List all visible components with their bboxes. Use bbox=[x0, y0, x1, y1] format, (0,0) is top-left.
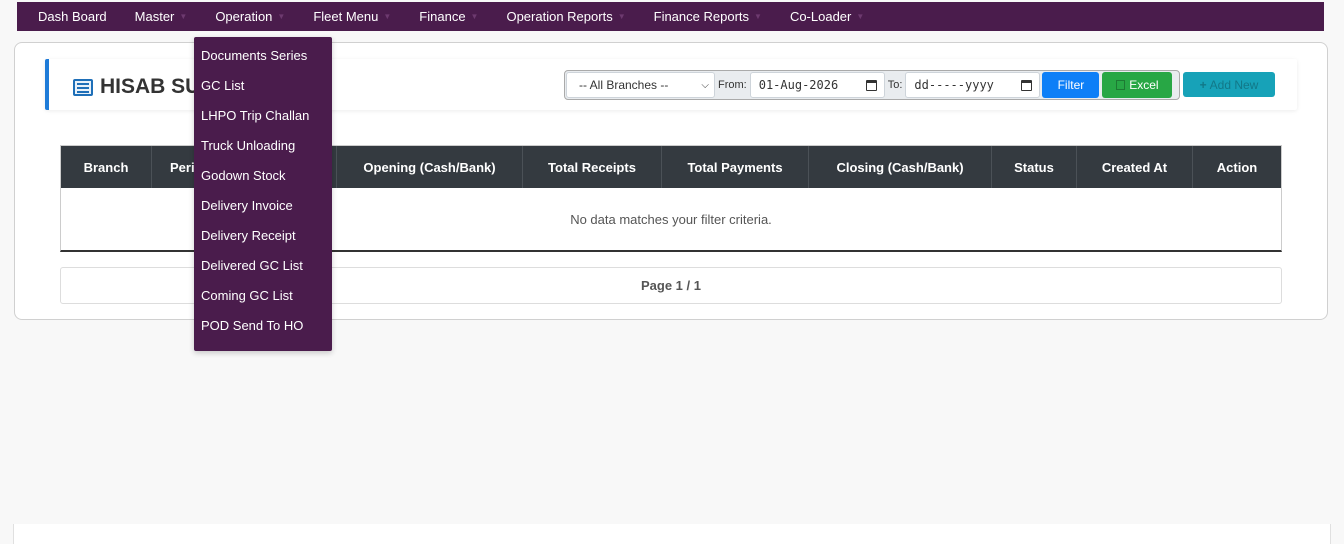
caret-down-icon: ▼ bbox=[856, 12, 865, 21]
caret-down-icon: ▼ bbox=[179, 12, 188, 21]
file-excel-icon bbox=[1116, 80, 1126, 90]
caret-down-icon: ▼ bbox=[470, 12, 479, 21]
nav-finance-reports[interactable]: Finance Reports ▼ bbox=[654, 9, 762, 24]
bottom-panel bbox=[13, 524, 1331, 544]
nav-operation-reports[interactable]: Operation Reports ▼ bbox=[506, 9, 625, 24]
menu-item-lhpo-trip-challan[interactable]: LHPO Trip Challan bbox=[194, 101, 332, 131]
menu-item-delivered-gc-list[interactable]: Delivered GC List bbox=[194, 251, 332, 281]
caret-down-icon: ▼ bbox=[277, 12, 286, 21]
col-branch[interactable]: Branch bbox=[61, 146, 152, 188]
caret-down-icon: ▼ bbox=[383, 12, 392, 21]
excel-button[interactable]: Excel bbox=[1102, 72, 1173, 98]
menu-item-delivery-receipt[interactable]: Delivery Receipt bbox=[194, 221, 332, 251]
nav-label: Finance bbox=[419, 9, 466, 24]
menu-item-pod-send-to-ho[interactable]: POD Send To HO bbox=[194, 311, 332, 341]
nav-label: Operation Reports bbox=[506, 9, 613, 24]
col-total-payments[interactable]: Total Payments bbox=[662, 146, 809, 188]
menu-item-truck-unloading[interactable]: Truck Unloading bbox=[194, 131, 332, 161]
nav-label: Master bbox=[134, 9, 175, 24]
nav-label: Fleet Menu bbox=[313, 9, 379, 24]
from-label: From: bbox=[718, 79, 747, 91]
caret-down-icon: ▼ bbox=[754, 12, 762, 21]
col-status[interactable]: Status bbox=[992, 146, 1077, 188]
caret-down-icon: ▼ bbox=[617, 12, 626, 21]
menu-item-godown-stock[interactable]: Godown Stock bbox=[194, 161, 332, 191]
from-date-value: 01-Aug-2026 bbox=[758, 78, 839, 92]
add-new-label: Add New bbox=[1209, 77, 1259, 92]
list-icon bbox=[73, 78, 93, 96]
chevron-down-icon: ⌵ bbox=[701, 79, 709, 91]
col-period[interactable]: Peri bbox=[152, 146, 195, 188]
plus-icon: + bbox=[1199, 77, 1207, 92]
filter-button[interactable]: Filter bbox=[1042, 72, 1100, 98]
menu-item-gc-list[interactable]: GC List bbox=[194, 71, 332, 101]
col-closing[interactable]: Closing (Cash/Bank) bbox=[809, 146, 992, 188]
nav-master[interactable]: Master ▼ bbox=[135, 9, 188, 24]
to-date-input[interactable]: dd-----yyyy bbox=[905, 72, 1041, 98]
nav-dashboard[interactable]: Dash Board bbox=[38, 9, 107, 24]
col-created-at[interactable]: Created At bbox=[1077, 146, 1193, 188]
nav-co-loader[interactable]: Co-Loader ▼ bbox=[790, 9, 864, 24]
nav-label: Operation bbox=[215, 9, 273, 24]
page-title: HISAB SU bbox=[73, 75, 200, 99]
nav-label: Dash Board bbox=[38, 9, 107, 24]
branch-select-value: -- All Branches -- bbox=[579, 78, 669, 92]
col-opening[interactable]: Opening (Cash/Bank) bbox=[337, 146, 523, 188]
operation-dropdown-menu: Documents Series GC List LHPO Trip Chall… bbox=[194, 37, 332, 351]
nav-label: Finance Reports bbox=[653, 9, 750, 24]
calendar-icon[interactable] bbox=[1021, 79, 1033, 91]
nav-operation[interactable]: Operation ▼ bbox=[215, 9, 285, 24]
filter-group: -- All Branches -- ⌵ From: 01-Aug-2026 T… bbox=[564, 70, 1180, 100]
add-new-button[interactable]: + Add New bbox=[1183, 72, 1275, 97]
to-label: To: bbox=[887, 79, 903, 91]
nav-fleet-menu[interactable]: Fleet Menu ▼ bbox=[313, 9, 391, 24]
branch-select[interactable]: -- All Branches -- ⌵ bbox=[566, 72, 715, 98]
from-date-input[interactable]: 01-Aug-2026 bbox=[749, 72, 885, 98]
to-date-value: dd-----yyyy bbox=[914, 78, 994, 92]
menu-item-delivery-invoice[interactable]: Delivery Invoice bbox=[194, 191, 332, 221]
nav-label: Co-Loader bbox=[789, 9, 852, 24]
menu-item-documents-series[interactable]: Documents Series bbox=[194, 41, 332, 71]
calendar-icon[interactable] bbox=[865, 79, 877, 91]
col-total-receipts[interactable]: Total Receipts bbox=[523, 146, 662, 188]
excel-button-label: Excel bbox=[1129, 78, 1159, 92]
page-title-text: HISAB SU bbox=[100, 75, 201, 98]
main-navbar: Dash Board Master ▼ Operation ▼ Fleet Menu… bbox=[17, 2, 1324, 31]
col-action[interactable]: Action bbox=[1193, 146, 1281, 188]
menu-item-coming-gc-list[interactable]: Coming GC List bbox=[194, 281, 332, 311]
nav-finance[interactable]: Finance ▼ bbox=[419, 9, 478, 24]
